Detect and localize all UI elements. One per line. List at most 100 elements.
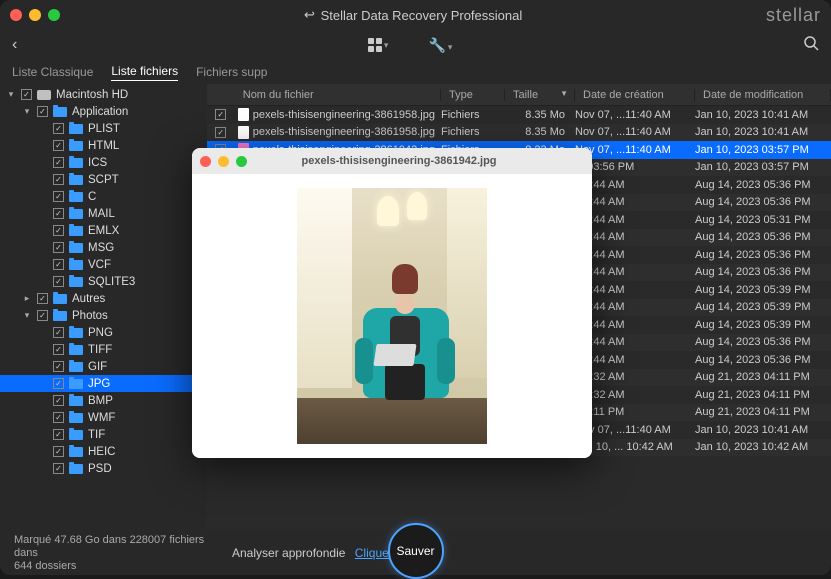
tree-node-autres[interactable]: ▸ Autres xyxy=(0,290,207,307)
tab-classic[interactable]: Liste Classique xyxy=(12,65,93,79)
chevron-down-icon[interactable]: ▾ xyxy=(22,310,32,321)
tree-node-mail[interactable]: MAIL xyxy=(0,205,207,222)
checkbox[interactable] xyxy=(53,463,64,474)
file-created: ...1:44 AM xyxy=(575,284,695,296)
col-name[interactable]: Nom du fichier xyxy=(235,89,441,101)
checkbox[interactable] xyxy=(53,276,64,287)
node-label: WMF xyxy=(88,412,115,424)
checkbox[interactable] xyxy=(53,208,64,219)
sort-desc-icon: ▼ xyxy=(560,89,568,98)
chevron-down-icon[interactable]: ▾ xyxy=(6,89,16,100)
file-created: ...1:44 AM xyxy=(575,196,695,208)
maximize-icon[interactable] xyxy=(48,9,60,21)
checkbox[interactable] xyxy=(53,395,64,406)
file-created: ...1:44 AM xyxy=(575,336,695,348)
wrench-button[interactable]: 🔧▾ xyxy=(428,37,452,54)
checkbox[interactable] xyxy=(53,157,64,168)
checkbox[interactable] xyxy=(53,327,64,338)
col-type[interactable]: Type xyxy=(441,89,505,101)
checkbox[interactable] xyxy=(215,127,226,138)
tree-node-gif[interactable]: GIF xyxy=(0,358,207,375)
tree-node-msg[interactable]: MSG xyxy=(0,239,207,256)
tree-node-ics[interactable]: ICS xyxy=(0,154,207,171)
chevron-right-icon[interactable]: ▸ xyxy=(22,293,32,304)
tree-node-psd[interactable]: PSD xyxy=(0,460,207,477)
minimize-icon[interactable] xyxy=(218,156,229,167)
file-modified: Aug 14, 2023 05:36 PM xyxy=(695,231,831,243)
tree-node-application[interactable]: ▾Application xyxy=(0,103,207,120)
minimize-icon[interactable] xyxy=(29,9,41,21)
node-label: Autres xyxy=(72,293,105,305)
preview-image xyxy=(297,188,487,444)
checkbox[interactable] xyxy=(53,344,64,355)
tree-node-tif[interactable]: TIF xyxy=(0,426,207,443)
checkbox[interactable] xyxy=(53,378,64,389)
col-size[interactable]: Taille▼ xyxy=(505,89,575,101)
checkbox[interactable] xyxy=(37,106,48,117)
tree-node-sqlite3[interactable]: SQLITE3 xyxy=(0,273,207,290)
tree-node-jpg[interactable]: JPG xyxy=(0,375,207,392)
checkbox[interactable] xyxy=(215,109,226,120)
close-icon[interactable] xyxy=(10,9,22,21)
tree-node-png[interactable]: PNG xyxy=(0,324,207,341)
checkbox[interactable] xyxy=(37,293,48,304)
checkbox[interactable] xyxy=(53,242,64,253)
checkbox[interactable] xyxy=(53,140,64,151)
footer: Marqué 47.68 Go dans 228007 fichiers dan… xyxy=(0,531,831,575)
file-size: 8.35 Mo xyxy=(505,109,575,121)
checkbox[interactable] xyxy=(21,89,32,100)
node-label: Macintosh HD xyxy=(56,89,128,101)
tree-node-vcf[interactable]: VCF xyxy=(0,256,207,273)
close-icon[interactable] xyxy=(200,156,211,167)
file-type: Fichiers xyxy=(441,109,505,121)
tree-node-macintosh hd[interactable]: ▾ Macintosh HD xyxy=(0,86,207,103)
file-created: ...1:44 AM xyxy=(575,231,695,243)
file-created: Nov 07, ...11:40 AM xyxy=(575,424,695,436)
checkbox[interactable] xyxy=(53,412,64,423)
preview-window[interactable]: pexels-thisisengineering-3861942.jpg xyxy=(192,148,592,458)
folder-icon xyxy=(69,379,83,389)
file-created: ...1:44 AM xyxy=(575,214,695,226)
tree-node-c[interactable]: C xyxy=(0,188,207,205)
checkbox[interactable] xyxy=(37,310,48,321)
col-created[interactable]: Date de création xyxy=(575,89,695,101)
tree-node-heic[interactable]: HEIC xyxy=(0,443,207,460)
deep-scan-label: Analyser approfondie Cliquez ici xyxy=(232,546,409,560)
maximize-icon[interactable] xyxy=(236,156,247,167)
node-label: SQLITE3 xyxy=(88,276,135,288)
tree-node-wmf[interactable]: WMF xyxy=(0,409,207,426)
file-row[interactable]: pexels-thisisengineering-3861958.jpgFich… xyxy=(207,106,831,124)
tree-node-html[interactable]: HTML xyxy=(0,137,207,154)
tree-node-bmp[interactable]: BMP xyxy=(0,392,207,409)
node-label: VCF xyxy=(88,259,111,271)
folder-icon xyxy=(69,328,83,338)
file-modified: Aug 14, 2023 05:36 PM xyxy=(695,249,831,261)
checkbox[interactable] xyxy=(53,123,64,134)
file-created: ...1:44 AM xyxy=(575,301,695,313)
file-row[interactable]: pexels-thisisengineering-3861958.jpgFich… xyxy=(207,124,831,142)
tree-node-photos[interactable]: ▾Photos xyxy=(0,307,207,324)
checkbox[interactable] xyxy=(53,259,64,270)
col-modified[interactable]: Date de modification xyxy=(695,89,831,101)
chevron-down-icon[interactable]: ▾ xyxy=(22,106,32,117)
checkbox[interactable] xyxy=(53,191,64,202)
tab-files[interactable]: Liste fichiers xyxy=(111,64,178,81)
tree-node-tiff[interactable]: TIFF xyxy=(0,341,207,358)
checkbox[interactable] xyxy=(53,446,64,457)
tree-node-plist[interactable]: PLIST xyxy=(0,120,207,137)
brand-logo: stellar xyxy=(766,5,821,26)
checkbox[interactable] xyxy=(53,174,64,185)
file-icon xyxy=(238,126,249,139)
grid-view-button[interactable]: ▾ xyxy=(368,37,389,54)
tree-node-scpt[interactable]: SCPT xyxy=(0,171,207,188)
checkbox[interactable] xyxy=(53,225,64,236)
checkbox[interactable] xyxy=(53,429,64,440)
tab-extra[interactable]: Fichiers supp xyxy=(196,65,267,79)
save-button[interactable]: Sauver xyxy=(388,523,444,579)
file-modified: Aug 21, 2023 04:11 PM xyxy=(695,389,831,401)
tree-node-emlx[interactable]: EMLX xyxy=(0,222,207,239)
sidebar-tree[interactable]: ▾ Macintosh HD ▾ApplicationPLISTHTMLICSSCP… xyxy=(0,84,207,531)
file-created: Nov 07, ...11:40 AM xyxy=(575,109,695,121)
search-button[interactable] xyxy=(803,35,819,56)
checkbox[interactable] xyxy=(53,361,64,372)
